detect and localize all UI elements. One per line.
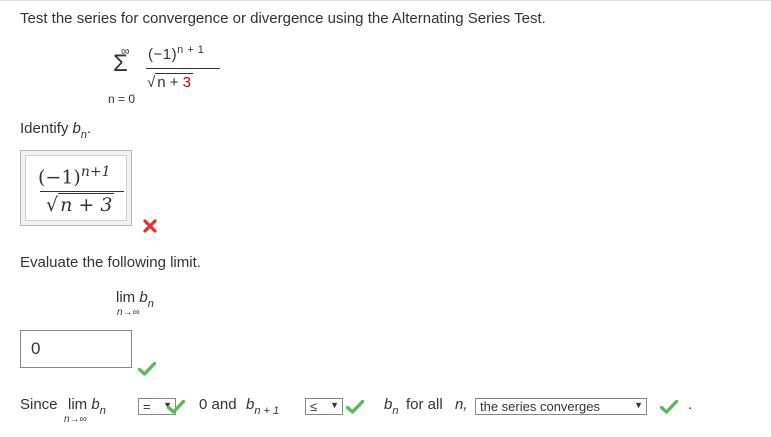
sum-lower-limit: n = 0 xyxy=(108,92,136,106)
identify-sub: n xyxy=(80,129,87,141)
identify-suffix: . xyxy=(87,120,92,137)
lim-sub: n xyxy=(147,298,154,310)
denominator-variable: n + xyxy=(157,74,183,91)
numerator-exponent: n + 1 xyxy=(177,44,205,56)
since-label: Since xyxy=(20,396,58,413)
n-var-text: n, xyxy=(455,396,468,413)
since-lim-var: b xyxy=(91,396,100,413)
limit-answer-value: 0 xyxy=(31,339,41,358)
since-lim-word: lim xyxy=(68,396,88,413)
fraction-line xyxy=(146,68,220,69)
series-expression: ∞ Σ n = 0 (−1)n + 1 √ n + 3 xyxy=(108,44,238,110)
sigma-symbol: Σ xyxy=(113,50,128,77)
identify-prefix: Identify xyxy=(20,120,73,137)
answer-numerator-exp: n+1 xyxy=(80,164,111,180)
sqrt-icon: √ xyxy=(147,74,156,91)
answer-fraction-line xyxy=(40,191,124,192)
lim-var: b xyxy=(139,289,148,306)
b-sub: n + 1 xyxy=(254,405,280,417)
identify-var: b xyxy=(72,120,81,137)
correct-check-icon xyxy=(138,362,156,376)
answer-denominator-text: n + 3 xyxy=(58,193,115,216)
bn-sub: n xyxy=(392,405,399,417)
conclusion-dropdown[interactable]: the series converges ▼ xyxy=(475,398,647,415)
since-lim-under: n→∞ xyxy=(64,414,87,425)
dropdown-1-value: = xyxy=(143,399,151,414)
bn-answer-field[interactable]: (−1)n+1 √ n + 3 xyxy=(25,155,127,221)
answer-denominator: √ n + 3 xyxy=(46,193,115,216)
for-all-text: for all xyxy=(406,396,443,413)
period-text: . xyxy=(688,396,693,413)
question-text: Test the series for convergence or diver… xyxy=(20,10,546,27)
correct-check-icon xyxy=(660,400,678,414)
incorrect-x-icon xyxy=(143,219,157,233)
limit-under: n→∞ xyxy=(117,307,140,318)
dropdown-3-value: the series converges xyxy=(480,399,600,414)
since-lim-sub: n xyxy=(99,405,106,417)
chevron-down-icon: ▼ xyxy=(634,400,643,410)
zero-and-text: 0 and xyxy=(199,396,237,413)
relation-dropdown-2[interactable]: ≤ ▼ xyxy=(305,398,343,415)
conclusion-row: Since lim bn n→∞ = ▼ 0 and bn + 1 ≤ ▼ bn… xyxy=(20,396,760,432)
identify-label: Identify bn. xyxy=(20,120,92,141)
b-n-term: bn xyxy=(384,396,398,417)
lim-word: lim xyxy=(116,289,136,306)
limit-expression: lim bn n→∞ xyxy=(116,289,186,323)
denominator-constant: 3 xyxy=(182,74,192,91)
b-n-plus-1: bn + 1 xyxy=(246,396,279,417)
answer-numerator-base: (−1) xyxy=(38,166,81,189)
series-denominator: √ n + 3 xyxy=(147,73,194,91)
answer-numerator: (−1)n+1 xyxy=(38,164,111,188)
limit-text: lim bn xyxy=(116,289,154,310)
numerator-base: (−1) xyxy=(148,46,178,63)
top-divider xyxy=(0,0,771,1)
evaluate-label: Evaluate the following limit. xyxy=(20,254,201,271)
since-lim: lim bn xyxy=(68,396,106,417)
chevron-down-icon: ▼ xyxy=(330,400,339,410)
correct-check-icon xyxy=(167,400,185,414)
series-numerator: (−1)n + 1 xyxy=(148,44,204,63)
correct-check-icon xyxy=(346,400,364,414)
bn-answer-box[interactable]: (−1)n+1 √ n + 3 xyxy=(20,150,132,226)
sqrt-icon: √ xyxy=(46,194,59,216)
limit-answer-input[interactable]: 0 xyxy=(20,330,132,368)
dropdown-2-value: ≤ xyxy=(310,399,318,414)
